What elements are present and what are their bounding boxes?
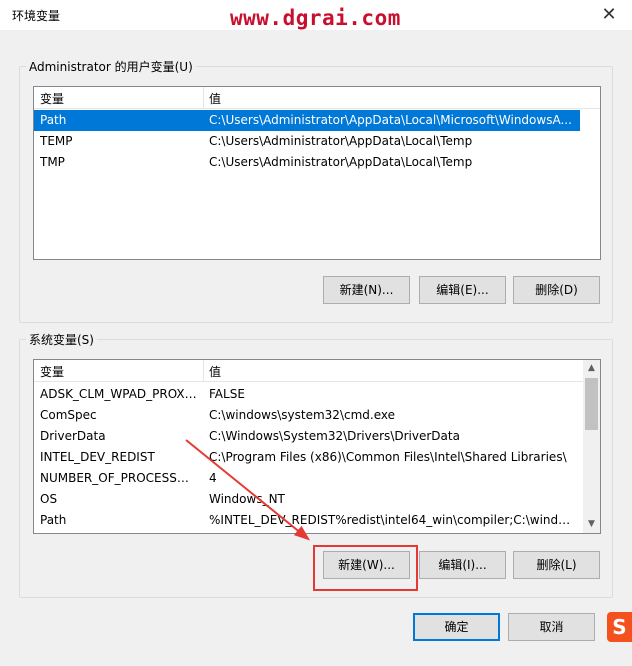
system-new-button[interactable]: 新建(W)... [323,551,410,579]
cancel-button[interactable]: 取消 [508,613,595,641]
system-delete-button[interactable]: 删除(L) [513,551,600,579]
ok-button[interactable]: 确定 [413,613,500,641]
system-edit-button[interactable]: 编辑(I)... [419,551,506,579]
logo-icon: S [607,612,632,642]
